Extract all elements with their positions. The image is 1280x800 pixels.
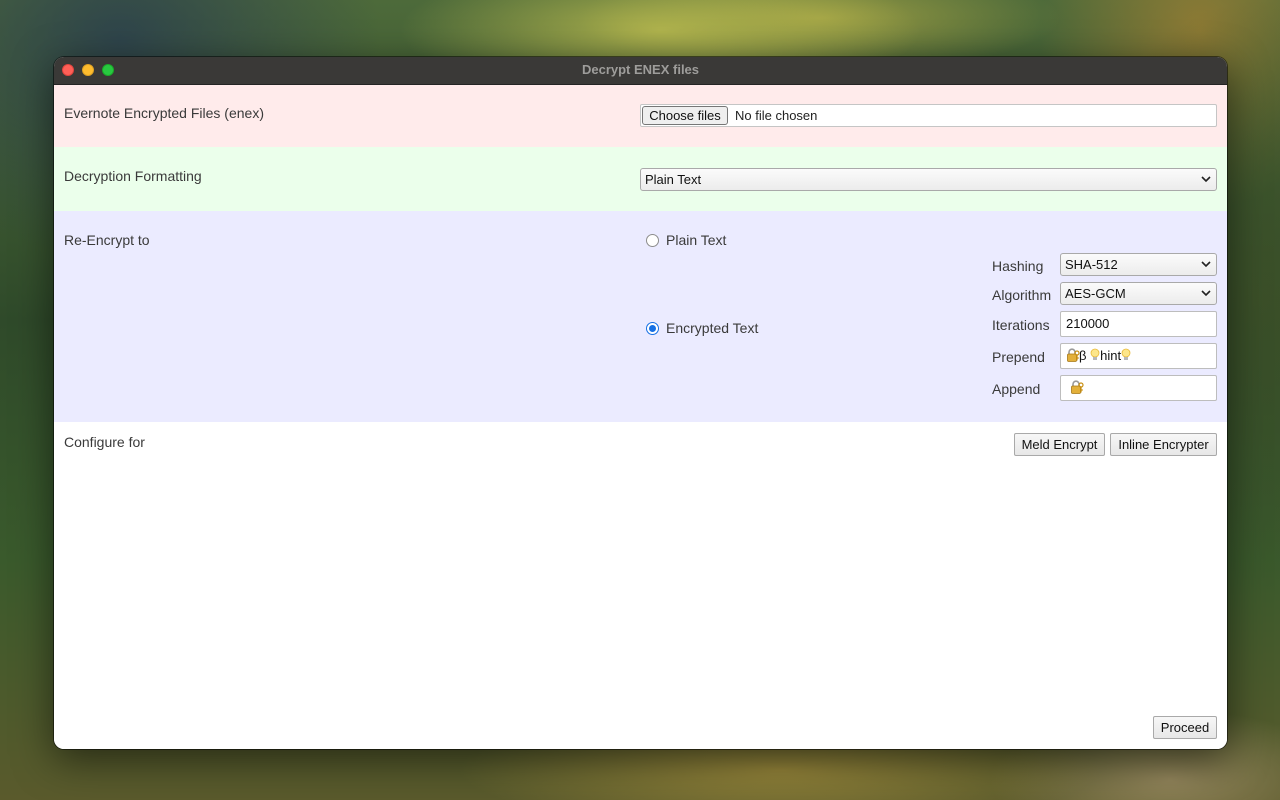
algorithm-select[interactable]: AES-GCM (1060, 282, 1217, 305)
light-bulb-icon (1090, 346, 1100, 360)
configure-label: Configure for (64, 434, 145, 450)
window-title: Decrypt ENEX files (581, 62, 700, 77)
prepend-label: Prepend (992, 349, 1045, 365)
file-status-text: No file chosen (735, 108, 818, 123)
lock-with-key-icon (1070, 378, 1084, 394)
formatting-select-value: Plain Text (645, 172, 702, 187)
prepend-hint-text: hint (1100, 348, 1122, 363)
inline-encrypter-button[interactable]: Inline Encrypter (1110, 433, 1217, 456)
plain-text-radio-label[interactable]: Plain Text (666, 232, 726, 248)
hashing-select[interactable]: SHA-512 (1060, 253, 1217, 276)
plain-text-radio[interactable] (646, 234, 659, 247)
encrypted-text-radio[interactable] (646, 322, 659, 335)
algorithm-label: Algorithm (992, 287, 1052, 303)
chevron-down-icon (1201, 254, 1211, 268)
iterations-input[interactable]: 210000 (1060, 311, 1217, 337)
hashing-label: Hashing (992, 258, 1044, 274)
file-input[interactable]: Choose files No file chosen (640, 104, 1217, 127)
algorithm-select-value: AES-GCM (1065, 286, 1126, 301)
chevron-down-icon (1201, 283, 1211, 297)
encrypted-text-radio-label[interactable]: Encrypted Text (666, 320, 758, 336)
formatting-label: Decryption Formatting (64, 168, 202, 184)
proceed-button[interactable]: Proceed (1153, 716, 1217, 739)
app-window: Decrypt ENEX files Evernote Encrypted Fi… (54, 57, 1227, 749)
lock-with-key-icon (1066, 346, 1080, 362)
iterations-label: Iterations (992, 317, 1050, 333)
formatting-section: Decryption Formatting Plain Text (54, 147, 1227, 211)
chevron-down-icon (1201, 169, 1211, 183)
title-bar[interactable]: Decrypt ENEX files (54, 57, 1227, 85)
configure-section: Configure for Meld Encrypt Inline Encryp… (54, 422, 1227, 749)
prepend-beta-text: β (1079, 348, 1087, 363)
files-section: Evernote Encrypted Files (enex) Choose f… (54, 85, 1227, 147)
reencrypt-section: Re-Encrypt to Plain Text Encrypted Text … (54, 211, 1227, 422)
light-bulb-icon (1121, 346, 1131, 360)
formatting-select[interactable]: Plain Text (640, 168, 1217, 191)
meld-encrypt-button[interactable]: Meld Encrypt (1014, 433, 1105, 456)
append-label: Append (992, 381, 1041, 397)
prepend-input[interactable]: β hint (1060, 343, 1217, 369)
files-label: Evernote Encrypted Files (enex) (64, 105, 264, 121)
choose-files-button[interactable]: Choose files (642, 106, 728, 125)
reencrypt-label: Re-Encrypt to (64, 232, 150, 248)
append-input[interactable] (1060, 375, 1217, 401)
hashing-select-value: SHA-512 (1065, 257, 1118, 272)
